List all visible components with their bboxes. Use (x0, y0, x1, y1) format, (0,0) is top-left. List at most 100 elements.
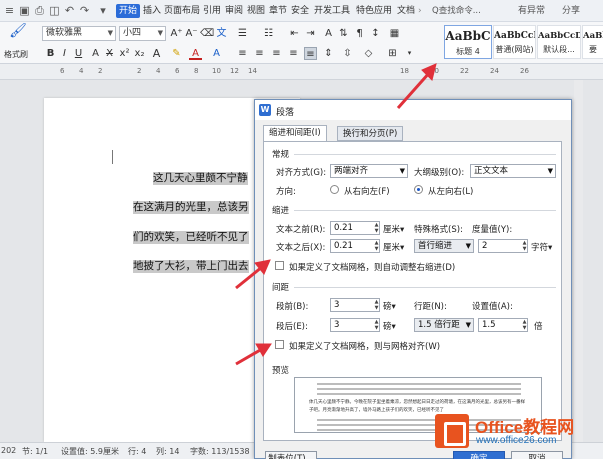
print-icon[interactable]: ⎙ (33, 4, 46, 17)
style-normal-web[interactable]: AaBbCcD 普通(网站) (493, 25, 536, 59)
share-button[interactable]: 分享 (562, 5, 580, 17)
auto-right-indent-checkbox[interactable] (275, 261, 284, 270)
font-color-a-icon[interactable]: A (89, 47, 102, 60)
horizontal-ruler[interactable]: 6 4 2 2 4 6 8 10 12 14 18 20 22 24 26 (0, 64, 603, 80)
tab-indent-spacing[interactable]: 缩进和间距(I) (263, 125, 327, 142)
font-name-select[interactable]: 微软雅黑 ▼ (42, 26, 116, 41)
doc-line-4[interactable]: 地披了大衫，带上门出去 (133, 260, 249, 273)
spinner-icon[interactable]: ▲ ▼ (373, 319, 380, 331)
number-list-icon[interactable]: ☷ (262, 27, 275, 40)
format-painter-icon[interactable]: 🖌 (9, 24, 27, 43)
pinyin-icon[interactable]: 文 (215, 27, 228, 40)
indent-after-label: 文本之后(X): (276, 243, 326, 253)
vertical-scrollbar[interactable] (574, 80, 583, 442)
menu-chapter[interactable]: 章节 (269, 5, 287, 17)
space-before-unit[interactable]: 磅▾ (383, 300, 396, 312)
borders-icon[interactable]: ▦ (388, 27, 401, 40)
shrink-font-icon[interactable]: A⁻ (185, 27, 198, 40)
align-select[interactable]: 两端对齐 ▼ (330, 164, 408, 178)
special-format-select[interactable]: 首行缩进 ▼ (414, 239, 474, 253)
decrease-indent-icon[interactable]: ⇤ (288, 27, 301, 40)
border-dropdown-icon[interactable]: ▾ (403, 47, 416, 60)
indent-before-unit[interactable]: 厘米▾ (383, 223, 404, 235)
spinner-icon[interactable]: ▲ ▼ (373, 240, 380, 252)
command-search[interactable]: Q查找命令... (432, 5, 481, 17)
align-left-icon[interactable]: ≡ (236, 47, 249, 60)
rtl-radio[interactable] (330, 185, 339, 194)
align-center-icon[interactable]: ≡ (253, 47, 266, 60)
italic-icon[interactable]: I (58, 47, 71, 60)
dialog-title: 段落 (276, 108, 295, 118)
style-default-paragraph[interactable]: AaBbCcDd 默认段... (537, 25, 581, 59)
show-marks-icon[interactable]: ¶ (353, 27, 366, 40)
spinner-icon[interactable]: ▲ ▼ (373, 222, 380, 234)
doc-line-1[interactable]: 这几天心里颇不宁静 (153, 172, 248, 185)
doc-line-3[interactable]: 们的欢笑，已经听不见了 (133, 231, 249, 244)
line-spacing-2-icon[interactable]: ⇕ (322, 47, 335, 60)
align-distribute-icon[interactable]: ≡ (304, 47, 317, 60)
page-indicator[interactable]: 202 (1, 446, 16, 455)
snap-to-grid-checkbox[interactable] (275, 340, 284, 349)
clear-format-icon[interactable]: ⌫ (200, 27, 214, 40)
align-justify-icon[interactable]: ≡ (287, 47, 300, 60)
menu-references[interactable]: 引用 (203, 5, 221, 17)
exception-indicator[interactable]: 有异常 (518, 5, 545, 17)
preview-icon[interactable]: ◫ (48, 4, 61, 17)
superscript-icon[interactable]: x² (118, 47, 131, 60)
menu-document[interactable]: 文档 (397, 5, 415, 17)
style-heading4[interactable]: AaBbC 标题 4 (444, 25, 492, 59)
paragraph-spacing-icon[interactable]: ⇳ (341, 47, 354, 60)
tab-stops-button[interactable]: 制表位(T)... (265, 451, 317, 459)
space-after-unit[interactable]: 磅▾ (383, 320, 396, 332)
ruler-number: 14 (248, 67, 257, 75)
tab-line-page-breaks[interactable]: 换行和分页(P) (337, 126, 404, 141)
menu-icon[interactable]: ≡ (3, 4, 16, 17)
menu-review[interactable]: 审阅 (225, 5, 243, 17)
spinner-icon[interactable]: ▲ ▼ (373, 299, 380, 311)
outline-select[interactable]: 正文文本 ▼ (470, 164, 556, 178)
menu-security[interactable]: 安全 (291, 5, 309, 17)
redo-icon[interactable]: ↷ (78, 4, 91, 17)
font-size-select[interactable]: 小四 ▼ (119, 26, 166, 41)
cancel-button[interactable]: 取消 (511, 451, 563, 459)
text-effect-icon[interactable]: A (150, 47, 163, 60)
highlight-icon[interactable]: ✎ (170, 47, 183, 60)
shading-icon[interactable]: ◇ (362, 47, 375, 60)
ltr-radio[interactable] (414, 185, 423, 194)
ruler-number: 6 (60, 67, 65, 75)
menu-devtools[interactable]: 开发工具 (314, 5, 350, 17)
line-spacing-icon[interactable]: ↕ (369, 27, 382, 40)
dialog-titlebar[interactable]: W 段落 (255, 100, 571, 120)
style-more[interactable]: AaBbCcDd 要 (582, 25, 603, 59)
ok-button[interactable]: 确定 (453, 451, 505, 459)
menu-scroll-icon[interactable]: › (418, 5, 422, 17)
chinese-layout-icon[interactable]: A (322, 27, 335, 40)
sort-icon[interactable]: ⇅ (337, 27, 350, 40)
line-spacing-select[interactable]: 1.5 倍行距 ▼ (414, 318, 474, 332)
bold-icon[interactable]: B (44, 47, 57, 60)
menu-layout[interactable]: 页面布局 (164, 5, 200, 17)
indent-after-unit[interactable]: 厘米▾ (383, 241, 404, 253)
quick-access-more-icon[interactable]: ▾ (94, 4, 112, 17)
spinner-icon[interactable]: ▲ ▼ (521, 240, 528, 252)
underline-icon[interactable]: U (72, 47, 85, 60)
align-right-icon[interactable]: ≡ (270, 47, 283, 60)
menu-insert[interactable]: 插入 (143, 5, 161, 17)
increase-indent-icon[interactable]: ⇥ (304, 27, 317, 40)
undo-icon[interactable]: ↶ (63, 4, 76, 17)
bullet-list-icon[interactable]: ☰ (236, 27, 249, 40)
menu-view[interactable]: 视图 (247, 5, 265, 17)
strikethrough-icon[interactable]: X (103, 47, 116, 60)
save-icon[interactable]: ▣ (18, 4, 31, 17)
font-color-icon[interactable]: A (189, 47, 202, 60)
table-border-icon[interactable]: ⊞ (386, 47, 399, 60)
grow-font-icon[interactable]: A⁺ (170, 27, 183, 40)
menu-home[interactable]: 开始 (116, 4, 141, 18)
spinner-icon[interactable]: ▲ ▼ (521, 319, 528, 331)
measure-unit[interactable]: 字符▾ (531, 241, 552, 253)
menu-special[interactable]: 特色应用 (356, 5, 392, 17)
word-count[interactable]: 字数: 113/1538 (190, 446, 250, 457)
char-border-icon[interactable]: A (210, 47, 223, 60)
doc-line-2[interactable]: 在这满月的光里，总该另 (133, 201, 249, 214)
subscript-icon[interactable]: x₂ (133, 47, 146, 60)
